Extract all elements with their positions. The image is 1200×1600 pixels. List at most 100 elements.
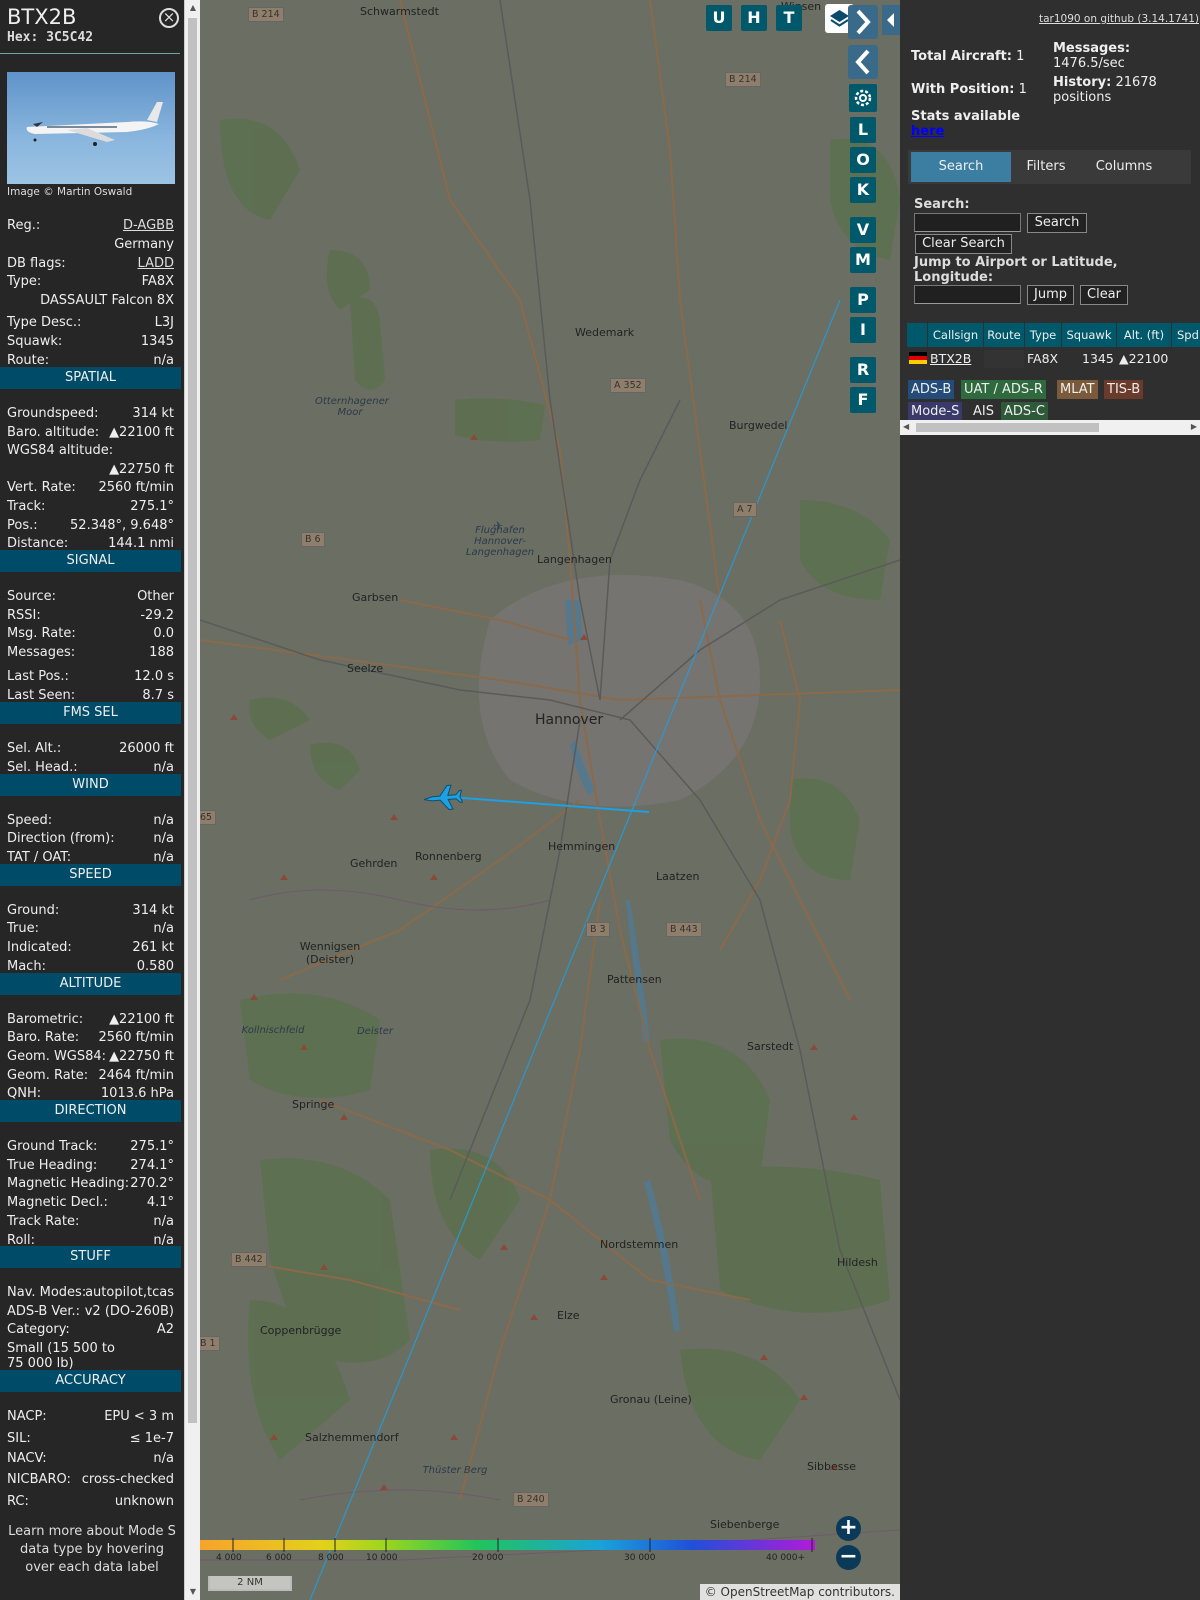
hscroll-left-arrow-icon[interactable]: ◀	[903, 422, 909, 431]
altitude-legend-label: 20 000	[472, 1553, 504, 1563]
col-callsign-header[interactable]: Callsign	[928, 323, 983, 347]
info-value[interactable]: LADD	[138, 255, 174, 273]
stats-available: Stats available here	[911, 109, 1020, 139]
section-header-signal[interactable]: SIGNAL	[0, 550, 181, 572]
toggle-l-button[interactable]: L	[850, 117, 876, 143]
map-place-label: Hemmingen	[548, 840, 616, 853]
signal-row: Source: Other	[7, 588, 174, 606]
info-label: WGS84 altitude:	[7, 443, 114, 458]
toggle-k-button[interactable]: K	[850, 177, 876, 203]
legend-mlat: MLAT	[1057, 380, 1098, 399]
hscroll-thumb[interactable]	[916, 423, 1099, 432]
section-header-wind[interactable]: WIND	[0, 774, 181, 796]
col-squawk-header[interactable]: Squawk	[1062, 323, 1116, 347]
spatial-row: Baro. altitude: ▲22100 ft	[7, 424, 174, 442]
legend-uat-adsr: UAT / ADS-R	[961, 380, 1046, 399]
map-place-label: Salzhemmendorf	[305, 1431, 399, 1444]
tab-columns[interactable]: Columns	[1081, 152, 1167, 182]
info-row: Type Desc.: L3J	[7, 314, 174, 332]
close-icon[interactable]: ×	[159, 8, 179, 28]
aircraft-photo[interactable]	[7, 72, 175, 184]
table-horizontal-scrollbar[interactable]: ◀ ▶	[900, 420, 1200, 435]
info-value: n/a	[153, 921, 174, 936]
wind-row: Direction (from): n/a	[7, 830, 174, 848]
row-altitude: ▲22100	[1119, 351, 1169, 366]
toggle-f-button[interactable]: F	[850, 387, 876, 413]
section-header-direction[interactable]: DIRECTION	[0, 1100, 181, 1122]
toggle-o-button[interactable]: O	[850, 147, 876, 173]
clear-button[interactable]: Clear	[1080, 285, 1128, 305]
info-value: v2 (DO-260B)	[84, 1304, 174, 1319]
info-value: 2560 ft/min	[98, 480, 174, 495]
accuracy-row: NACP: EPU < 3 m	[7, 1408, 174, 1426]
toggle-i-button[interactable]: I	[850, 317, 876, 343]
map-canvas: ✈	[200, 0, 900, 1600]
toggle-r-button[interactable]: R	[850, 357, 876, 383]
search-button[interactable]: Search	[1027, 213, 1087, 233]
search-label: Search:	[914, 197, 970, 212]
altitude-row: Barometric: ▲22100 ft	[7, 1011, 174, 1029]
info-value: 275.1°	[130, 1139, 174, 1154]
road-shield: B 214	[725, 72, 761, 87]
map-view[interactable]: ✈ Schwarmstedt Wedemark Otternhagener Mo…	[200, 0, 900, 1600]
accuracy-row: RC: unknown	[7, 1493, 174, 1511]
tab-filters[interactable]: Filters	[1015, 152, 1077, 182]
col-flag-header[interactable]	[907, 323, 927, 347]
clear-search-button[interactable]: Clear Search	[915, 234, 1012, 254]
col-route-header[interactable]: Route	[984, 323, 1024, 347]
expand-right-icon[interactable]	[848, 5, 878, 39]
spatial-row: Groundspeed: 314 kt	[7, 405, 174, 423]
sidebar-scrollbar[interactable]: ▲ ▼	[184, 0, 200, 1600]
section-header-accuracy[interactable]: ACCURACY	[0, 1370, 181, 1392]
section-header-speed[interactable]: SPEED	[0, 864, 181, 886]
section-header-altitude[interactable]: ALTITUDE	[0, 973, 181, 995]
scrollbar-thumb[interactable]	[188, 18, 197, 1423]
signal-row: Messages: 188	[7, 644, 174, 662]
hscroll-right-arrow-icon[interactable]: ▶	[1191, 422, 1197, 431]
zoom-in-button[interactable]: +	[836, 1516, 861, 1541]
section-header-stuff[interactable]: STUFF	[0, 1246, 181, 1268]
toggle-sidebar-width-icon[interactable]	[882, 5, 900, 35]
github-link[interactable]: tar1090 on github (3.14.1741)	[1039, 13, 1199, 25]
altitude-legend-label: 4 000	[216, 1553, 242, 1563]
hex-code: Hex: 3C5C42	[7, 30, 94, 45]
toggle-m-button[interactable]: M	[850, 247, 876, 273]
jump-input[interactable]	[914, 285, 1021, 304]
info-label: Indicated:	[7, 940, 72, 955]
info-label: Magnetic Decl.:	[7, 1195, 108, 1210]
map-attribution[interactable]: © OpenStreetMap contributors.	[699, 1584, 900, 1600]
info-label: Nav. Modes:	[7, 1285, 87, 1300]
stuff-row: ADS-B Ver.: v2 (DO-260B)	[7, 1303, 174, 1321]
info-row: DB flags: LADD	[7, 255, 174, 273]
toggle-v-button[interactable]: V	[850, 217, 876, 243]
aircraft-marker[interactable]	[423, 784, 464, 811]
search-input[interactable]	[914, 213, 1021, 232]
toggle-h-button[interactable]: H	[741, 5, 767, 31]
row-callsign[interactable]: BTX2B	[930, 350, 971, 368]
total-aircraft-value: 1	[1016, 49, 1025, 64]
info-label: Direction (from):	[7, 831, 115, 846]
col-alt-header[interactable]: Alt. (ft)	[1117, 323, 1171, 347]
settings-gear-icon[interactable]	[849, 84, 877, 112]
info-value[interactable]: D-AGBB	[123, 217, 174, 235]
toggle-p-button[interactable]: P	[850, 287, 876, 313]
collapse-left-icon[interactable]	[848, 45, 878, 79]
info-label: Groundspeed:	[7, 406, 99, 421]
spatial-row: Vert. Rate: 2560 ft/min	[7, 479, 174, 497]
zoom-out-button[interactable]: −	[836, 1545, 861, 1570]
jump-button[interactable]: Jump	[1027, 285, 1074, 305]
altitude-legend-label: 30 000	[624, 1553, 656, 1563]
toggle-u-button[interactable]: U	[706, 5, 732, 31]
row-type: FA8X	[1027, 351, 1059, 366]
section-header-spatial[interactable]: SPATIAL	[0, 367, 181, 389]
tab-search[interactable]: Search	[911, 152, 1011, 182]
col-type-header[interactable]: Type	[1025, 323, 1061, 347]
scroll-down-arrow-icon[interactable]: ▼	[188, 1587, 198, 1597]
col-speed-header[interactable]: Spd	[1172, 323, 1200, 347]
info-value: ▲22100 ft	[109, 1012, 174, 1027]
toggle-t-button[interactable]: T	[776, 5, 802, 31]
stats-link[interactable]: here	[911, 124, 944, 139]
info-value: -29.2	[140, 608, 174, 623]
section-header-fms[interactable]: FMS SEL	[0, 702, 181, 724]
scroll-up-arrow-icon[interactable]: ▲	[188, 3, 198, 13]
